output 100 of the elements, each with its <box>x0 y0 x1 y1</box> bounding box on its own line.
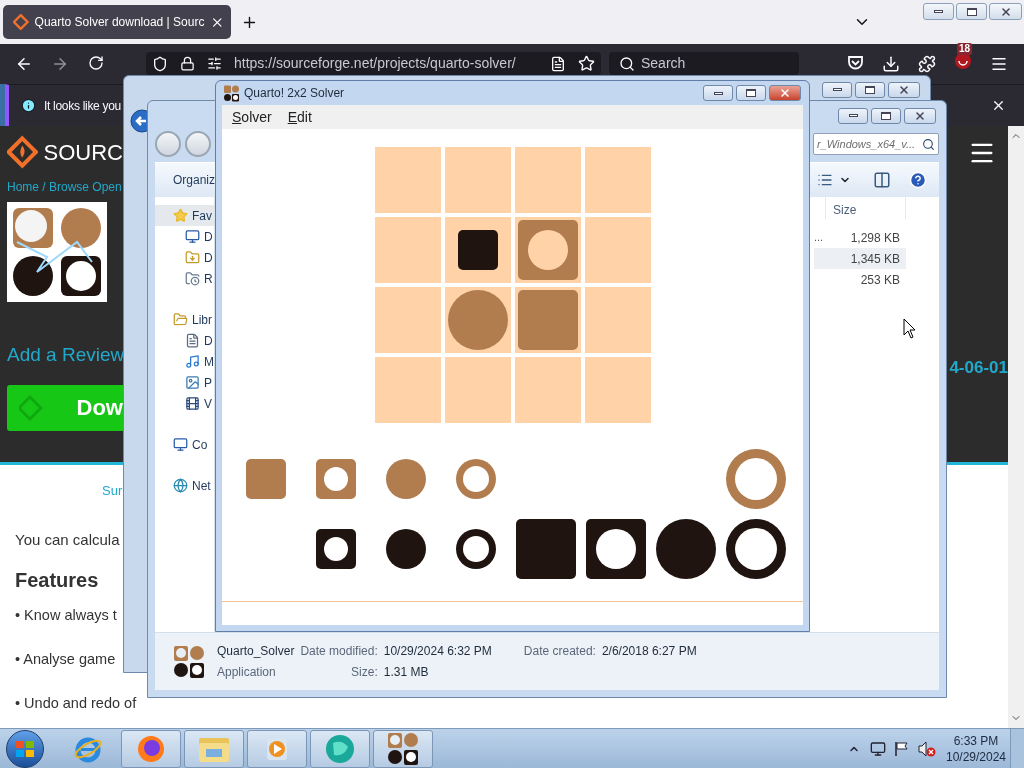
detail-value: 2/6/2018 6:27 PM <box>601 643 697 660</box>
pocket-icon[interactable] <box>847 55 864 71</box>
window-title: Quarto! 2x2 Solver <box>244 85 346 102</box>
notification-count: 18 <box>957 43 973 55</box>
game-piece[interactable] <box>386 529 426 569</box>
game-pieces-icon <box>223 84 240 102</box>
taskbar-button[interactable] <box>373 729 433 768</box>
muted-speaker-icon[interactable] <box>918 740 936 757</box>
search-field[interactable]: Search <box>609 52 799 75</box>
maximize-button[interactable] <box>871 107 901 124</box>
notification-text: It looks like you <box>44 97 121 115</box>
windows-logo-icon <box>15 739 35 758</box>
nav-item[interactable]: Libr <box>155 309 214 330</box>
new-tab-icon[interactable] <box>241 14 258 31</box>
minimize-button[interactable] <box>703 85 733 101</box>
preview-pane-icon[interactable] <box>873 171 891 189</box>
breadcrumb[interactable]: Home / Browse Open <box>7 178 123 196</box>
nav-item[interactable]: V <box>155 393 214 414</box>
site-name[interactable]: SOURC <box>43 135 123 169</box>
file-size: 1,298 KB <box>849 229 901 247</box>
file-row[interactable]: 253 KB <box>814 269 906 290</box>
monitor-icon <box>185 229 200 244</box>
film-icon <box>185 396 200 411</box>
game-piece[interactable] <box>457 230 498 270</box>
nav-item[interactable]: M <box>155 351 214 372</box>
download-logo-icon <box>19 393 45 422</box>
minimize-button[interactable] <box>822 81 852 98</box>
search-icon[interactable] <box>922 137 935 151</box>
detail-label: Date modified: <box>300 643 378 660</box>
restore-button[interactable] <box>956 3 987 20</box>
game-piece[interactable] <box>726 519 786 579</box>
nav-item[interactable]: Co <box>155 434 214 455</box>
maximize-button[interactable] <box>736 85 766 101</box>
reload-icon[interactable] <box>88 55 104 71</box>
close-button[interactable] <box>904 107 936 124</box>
bookmark-star-icon[interactable] <box>578 55 595 72</box>
download-icon[interactable] <box>882 55 900 73</box>
shield-icon <box>152 55 168 72</box>
close-button[interactable] <box>989 3 1022 20</box>
globe-icon <box>173 478 188 493</box>
network-icon[interactable] <box>870 740 886 757</box>
organize-menu[interactable]: Organiz <box>173 171 216 189</box>
feature-item: • Undo and redo of <box>15 693 137 713</box>
url-field[interactable]: https://sourceforge.net/projects/quarto-solver/ <box>146 52 601 75</box>
feature-item: • Know always t <box>15 606 117 625</box>
diamond-logo-icon[interactable] <box>7 133 38 171</box>
nav-item[interactable]: Net <box>155 475 214 496</box>
extensions-icon[interactable] <box>918 55 936 73</box>
game-pieces-icon <box>387 731 419 766</box>
minimize-button[interactable] <box>923 3 954 20</box>
minimize-button[interactable] <box>838 107 868 124</box>
nav-item[interactable]: R <box>155 268 214 289</box>
folder-icon <box>173 312 188 327</box>
close-button[interactable] <box>769 85 801 101</box>
nav-item[interactable]: D <box>155 226 214 247</box>
view-list-icon[interactable] <box>817 172 833 188</box>
flag-icon[interactable] <box>894 740 910 757</box>
close-button[interactable] <box>888 81 920 98</box>
detail-label: Size: <box>350 664 378 681</box>
file-row[interactable]: ... 1,298 KB <box>814 227 906 248</box>
close-icon <box>779 87 791 99</box>
file-row[interactable]: 1,345 KB <box>814 248 906 269</box>
column-header[interactable]: Size <box>826 197 906 219</box>
description-text: You can calcula <box>15 529 120 550</box>
board-square[interactable] <box>444 217 511 283</box>
search-icon <box>619 55 635 72</box>
close-icon[interactable] <box>991 98 1006 113</box>
nav-item[interactable]: D <box>155 330 214 351</box>
folder-icon <box>185 271 200 286</box>
close-icon <box>898 83 910 96</box>
maximize-button[interactable] <box>855 81 885 98</box>
add-review-link[interactable]: Add a Review <box>7 341 123 370</box>
file-size: 1,345 KB <box>849 250 901 268</box>
nav-item[interactable]: Fav <box>155 205 214 226</box>
game-pieces-icon <box>173 644 205 679</box>
back-icon[interactable] <box>15 55 33 73</box>
music-note-icon <box>185 354 200 369</box>
help-icon[interactable] <box>909 171 927 189</box>
close-icon <box>914 109 926 122</box>
nav-item[interactable]: D <box>155 247 214 268</box>
clock[interactable]: 6:33 PM 10/29/2024 <box>946 732 1006 765</box>
globe-app-icon <box>324 732 356 765</box>
start-button[interactable] <box>6 729 44 768</box>
menu-icon[interactable] <box>990 55 1008 73</box>
menu-item[interactable]: Solver <box>231 106 273 128</box>
nav-item[interactable]: P <box>155 372 214 393</box>
features-heading: Features <box>15 568 99 593</box>
lock-icon <box>180 56 195 71</box>
release-date: 4-06-01 <box>949 357 1008 379</box>
game-piece[interactable] <box>316 529 356 569</box>
forward-icon[interactable] <box>51 55 69 73</box>
reader-view-icon[interactable] <box>550 55 566 72</box>
detail-label: Date created: <box>523 643 596 660</box>
browser-tab[interactable]: Quarto Solver download | Sourc <box>3 5 231 39</box>
document-icon <box>185 333 200 348</box>
game-piece[interactable] <box>586 519 646 579</box>
menu-item[interactable]: Edit <box>286 106 313 128</box>
search-field[interactable]: r_Windows_x64_v... <box>813 133 939 155</box>
game-piece[interactable] <box>656 519 716 579</box>
game-piece[interactable] <box>456 529 496 569</box>
